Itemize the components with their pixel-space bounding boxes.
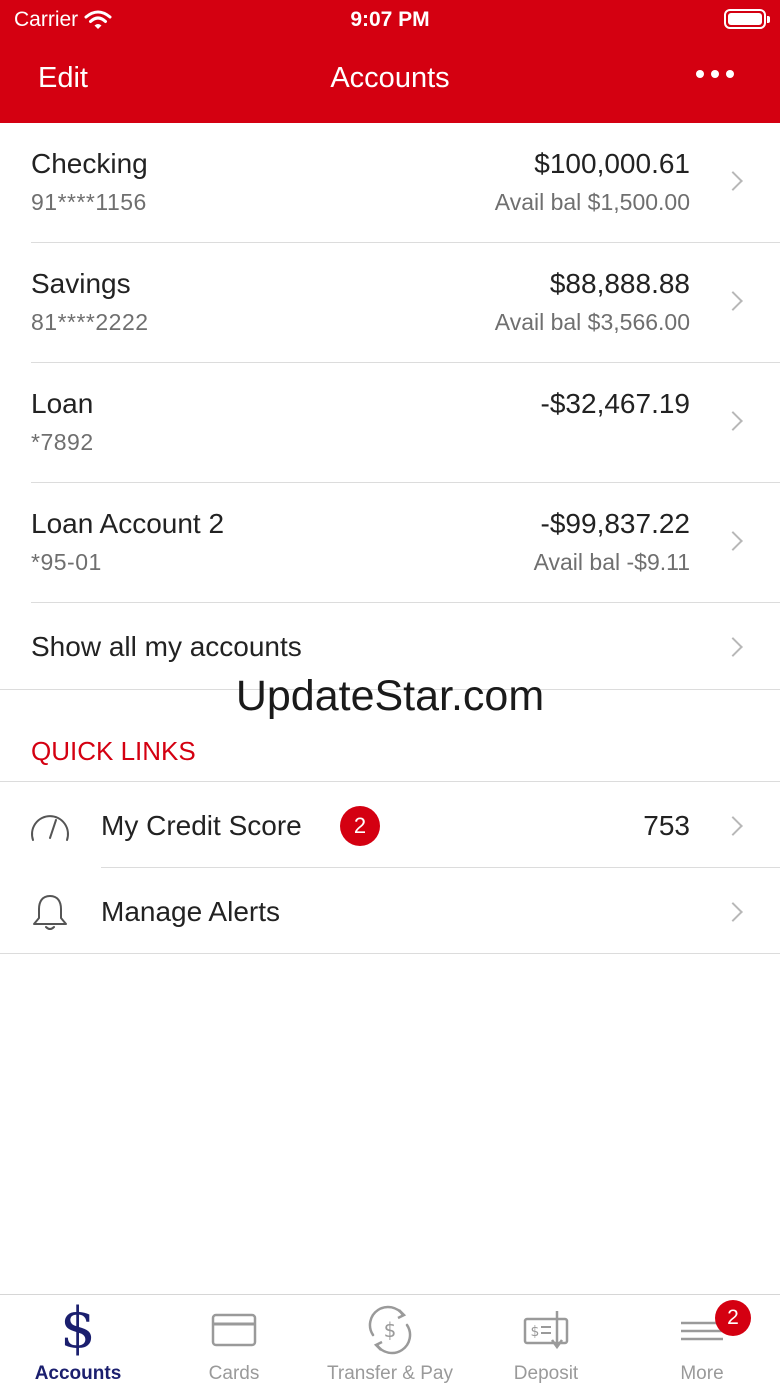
bell-icon: [33, 895, 67, 930]
available-balance: Avail bal $3,566.00: [494, 309, 690, 335]
account-number: *7892: [31, 429, 94, 455]
card-icon: [211, 1313, 257, 1347]
tab-deposit[interactable]: $ Deposit: [468, 1295, 624, 1387]
account-balance: -$32,467.19: [540, 388, 690, 419]
account-name: Savings: [31, 268, 131, 299]
quick-links-heading: QUICK LINKS: [31, 736, 196, 766]
chevron-right-icon: [723, 411, 743, 431]
tab-accounts[interactable]: $ Accounts: [0, 1295, 156, 1387]
account-name: Loan: [31, 388, 94, 419]
tab-more[interactable]: More: [624, 1295, 780, 1387]
battery-icon: [724, 9, 770, 29]
chevron-right-icon: [723, 637, 743, 657]
account-balance: -$99,837.22: [540, 508, 690, 539]
status-time: 9:07 PM: [350, 8, 430, 31]
tab-label: Cards: [208, 1363, 260, 1384]
account-number: *95-01: [31, 549, 102, 575]
account-balance: $100,000.61: [534, 148, 690, 179]
tab-label: Accounts: [34, 1363, 122, 1384]
show-all-accounts-label: Show all my accounts: [31, 631, 302, 662]
quick-link-label: Manage Alerts: [101, 896, 280, 927]
tab-label: More: [680, 1363, 724, 1384]
dollar-icon: $: [60, 1296, 96, 1361]
accounts-list: Checking 91****1156 $100,000.61 Avail ba…: [0, 123, 780, 690]
chevron-right-icon: [723, 902, 743, 922]
tab-transfer-pay[interactable]: $ Transfer & Pay: [312, 1295, 468, 1387]
svg-text:$: $: [531, 1324, 540, 1340]
available-balance: Avail bal -$9.11: [533, 549, 690, 575]
chevron-right-icon: [723, 531, 743, 551]
notification-badge: 2: [715, 1300, 751, 1336]
credit-score-value: 753: [643, 810, 690, 841]
available-balance: Avail bal $1,500.00: [494, 189, 690, 215]
notification-badge: 2: [340, 806, 380, 846]
divider: [0, 953, 780, 954]
chevron-right-icon: [723, 816, 743, 836]
check-deposit-icon: $: [523, 1311, 569, 1350]
account-balance: $88,888.88: [549, 268, 690, 299]
tab-cards[interactable]: Cards: [156, 1295, 312, 1387]
quick-link-credit-score[interactable]: My Credit Score 2 753: [0, 782, 780, 868]
account-row-checking[interactable]: Checking 91****1156 $100,000.61 Avail ba…: [0, 123, 780, 243]
quick-links-list: My Credit Score 2 753 Manage Alerts: [0, 781, 780, 954]
status-bar: Carrier 9:07 PM: [0, 0, 780, 42]
account-name: Loan Account 2: [31, 508, 225, 539]
top-bar: Carrier 9:07 PM Edit Accounts: [0, 0, 780, 123]
page-title: Accounts: [330, 62, 450, 94]
chevron-right-icon: [723, 171, 743, 191]
watermark: UpdateStar.com: [235, 672, 545, 720]
transfer-icon: $: [368, 1305, 412, 1355]
tab-label: Deposit: [513, 1363, 579, 1384]
quick-link-label: My Credit Score: [101, 810, 302, 841]
account-number: 91****1156: [31, 189, 147, 215]
quick-link-manage-alerts[interactable]: Manage Alerts: [0, 868, 780, 954]
tab-label: Transfer & Pay: [326, 1363, 453, 1384]
account-row-loan[interactable]: Loan *7892 -$32,467.19: [0, 363, 780, 483]
account-name: Checking: [31, 148, 148, 179]
speedometer-icon: [31, 815, 69, 841]
more-options-icon[interactable]: [696, 70, 734, 78]
account-row-loan-account-2[interactable]: Loan Account 2 *95-01 -$99,837.22 Avail …: [0, 483, 780, 603]
tab-bar: $ Accounts Cards $ Transfer & Pay $ Depo…: [0, 1294, 780, 1387]
svg-text:$: $: [384, 1318, 397, 1342]
account-row-savings[interactable]: Savings 81****2222 $88,888.88 Avail bal …: [0, 243, 780, 363]
chevron-right-icon: [723, 291, 743, 311]
account-number: 81****2222: [31, 309, 149, 335]
